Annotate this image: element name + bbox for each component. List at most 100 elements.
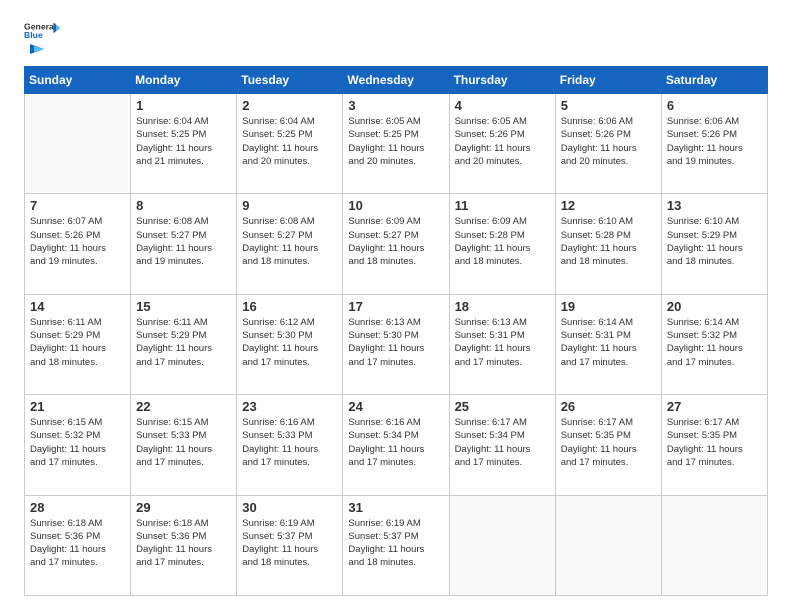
calendar-cell: 22 Sunrise: 6:15 AM Sunset: 5:33 PM Dayli… (131, 395, 237, 495)
day-info: Sunrise: 6:13 AM Sunset: 5:31 PM Dayligh… (455, 316, 550, 369)
day-info: Sunrise: 6:17 AM Sunset: 5:35 PM Dayligh… (667, 416, 762, 469)
calendar-cell (449, 495, 555, 595)
calendar-cell: 14 Sunrise: 6:11 AM Sunset: 5:29 PM Dayli… (25, 294, 131, 394)
calendar-cell: 5 Sunrise: 6:06 AM Sunset: 5:26 PM Daylig… (555, 94, 661, 194)
calendar-cell: 21Sunrise: 6:15 AM Sunset: 5:32 PM Dayli… (25, 395, 131, 495)
day-number: 9 (242, 198, 337, 213)
day-number: 13 (667, 198, 762, 213)
weekday-header: Tuesday (237, 67, 343, 94)
calendar-cell: 15 Sunrise: 6:11 AM Sunset: 5:29 PM Dayli… (131, 294, 237, 394)
day-info: Sunrise: 6:19 AM Sunset: 5:37 PM Dayligh… (242, 517, 337, 570)
calendar-cell: 7Sunrise: 6:07 AM Sunset: 5:26 PM Daylig… (25, 194, 131, 294)
day-number: 8 (136, 198, 231, 213)
day-number: 29 (136, 500, 231, 515)
day-info: Sunrise: 6:05 AM Sunset: 5:26 PM Dayligh… (455, 115, 550, 168)
calendar-cell: 10 Sunrise: 6:09 AM Sunset: 5:27 PM Dayli… (343, 194, 449, 294)
day-number: 3 (348, 98, 443, 113)
calendar-cell: 9Sunrise: 6:08 AM Sunset: 5:27 PM Daylig… (237, 194, 343, 294)
day-info: Sunrise: 6:17 AM Sunset: 5:34 PM Dayligh… (455, 416, 550, 469)
day-number: 4 (455, 98, 550, 113)
day-number: 5 (561, 98, 656, 113)
day-info: Sunrise: 6:08 AM Sunset: 5:27 PM Dayligh… (136, 215, 231, 268)
day-number: 6 (667, 98, 762, 113)
day-info: Sunrise: 6:14 AM Sunset: 5:32 PM Dayligh… (667, 316, 762, 369)
logo-icon: General Blue (24, 20, 60, 40)
calendar-cell: 28 Sunrise: 6:18 AM Sunset: 5:36 PM Dayli… (25, 495, 131, 595)
day-info: Sunrise: 6:06 AM Sunset: 5:26 PM Dayligh… (561, 115, 656, 168)
calendar-cell: 1Sunrise: 6:04 AM Sunset: 5:25 PM Daylig… (131, 94, 237, 194)
day-number: 17 (348, 299, 443, 314)
calendar-cell: 16 Sunrise: 6:12 AM Sunset: 5:30 PM Dayli… (237, 294, 343, 394)
logo: General Blue (24, 20, 60, 56)
day-info: Sunrise: 6:11 AM Sunset: 5:29 PM Dayligh… (136, 316, 231, 369)
day-info: Sunrise: 6:16 AM Sunset: 5:33 PM Dayligh… (242, 416, 337, 469)
calendar-cell: 8 Sunrise: 6:08 AM Sunset: 5:27 PM Daylig… (131, 194, 237, 294)
day-info: Sunrise: 6:04 AM Sunset: 5:25 PM Dayligh… (242, 115, 337, 168)
calendar-cell: 6 Sunrise: 6:06 AM Sunset: 5:26 PM Daylig… (661, 94, 767, 194)
logo-chevron-icon (30, 42, 48, 56)
day-number: 20 (667, 299, 762, 314)
calendar-cell (661, 495, 767, 595)
calendar-cell: 23 Sunrise: 6:16 AM Sunset: 5:33 PM Dayli… (237, 395, 343, 495)
day-number: 14 (30, 299, 125, 314)
day-info: Sunrise: 6:14 AM Sunset: 5:31 PM Dayligh… (561, 316, 656, 369)
day-info: Sunrise: 6:15 AM Sunset: 5:33 PM Dayligh… (136, 416, 231, 469)
header: General Blue (24, 20, 768, 56)
calendar-week-row: 14 Sunrise: 6:11 AM Sunset: 5:29 PM Dayli… (25, 294, 768, 394)
calendar-cell: 18Sunrise: 6:13 AM Sunset: 5:31 PM Dayli… (449, 294, 555, 394)
day-info: Sunrise: 6:05 AM Sunset: 5:25 PM Dayligh… (348, 115, 443, 168)
day-info: Sunrise: 6:16 AM Sunset: 5:34 PM Dayligh… (348, 416, 443, 469)
day-info: Sunrise: 6:09 AM Sunset: 5:27 PM Dayligh… (348, 215, 443, 268)
day-number: 26 (561, 399, 656, 414)
day-number: 23 (242, 399, 337, 414)
calendar-cell: 13 Sunrise: 6:10 AM Sunset: 5:29 PM Dayli… (661, 194, 767, 294)
calendar-header-row: SundayMondayTuesdayWednesdayThursdayFrid… (25, 67, 768, 94)
calendar-cell: 11 Sunrise: 6:09 AM Sunset: 5:28 PM Dayli… (449, 194, 555, 294)
calendar-cell: 20 Sunrise: 6:14 AM Sunset: 5:32 PM Dayli… (661, 294, 767, 394)
day-info: Sunrise: 6:11 AM Sunset: 5:29 PM Dayligh… (30, 316, 125, 369)
day-number: 30 (242, 500, 337, 515)
calendar-cell: 30 Sunrise: 6:19 AM Sunset: 5:37 PM Dayli… (237, 495, 343, 595)
day-number: 10 (348, 198, 443, 213)
calendar-cell: 24 Sunrise: 6:16 AM Sunset: 5:34 PM Dayli… (343, 395, 449, 495)
day-info: Sunrise: 6:12 AM Sunset: 5:30 PM Dayligh… (242, 316, 337, 369)
calendar-table: SundayMondayTuesdayWednesdayThursdayFrid… (24, 66, 768, 596)
svg-text:Blue: Blue (24, 30, 43, 40)
day-info: Sunrise: 6:10 AM Sunset: 5:28 PM Dayligh… (561, 215, 656, 268)
calendar-cell: 26Sunrise: 6:17 AM Sunset: 5:35 PM Dayli… (555, 395, 661, 495)
calendar-week-row: 1Sunrise: 6:04 AM Sunset: 5:25 PM Daylig… (25, 94, 768, 194)
day-number: 25 (455, 399, 550, 414)
calendar-cell: 25 Sunrise: 6:17 AM Sunset: 5:34 PM Dayli… (449, 395, 555, 495)
day-info: Sunrise: 6:13 AM Sunset: 5:30 PM Dayligh… (348, 316, 443, 369)
calendar-week-row: 21Sunrise: 6:15 AM Sunset: 5:32 PM Dayli… (25, 395, 768, 495)
day-info: Sunrise: 6:06 AM Sunset: 5:26 PM Dayligh… (667, 115, 762, 168)
calendar-cell: 31Sunrise: 6:19 AM Sunset: 5:37 PM Dayli… (343, 495, 449, 595)
calendar-cell (555, 495, 661, 595)
day-number: 12 (561, 198, 656, 213)
day-number: 19 (561, 299, 656, 314)
day-number: 16 (242, 299, 337, 314)
calendar-cell: 17 Sunrise: 6:13 AM Sunset: 5:30 PM Dayli… (343, 294, 449, 394)
calendar-cell: 29Sunrise: 6:18 AM Sunset: 5:36 PM Dayli… (131, 495, 237, 595)
calendar-cell: 2 Sunrise: 6:04 AM Sunset: 5:25 PM Daylig… (237, 94, 343, 194)
day-info: Sunrise: 6:04 AM Sunset: 5:25 PM Dayligh… (136, 115, 231, 168)
day-number: 28 (30, 500, 125, 515)
day-info: Sunrise: 6:15 AM Sunset: 5:32 PM Dayligh… (30, 416, 125, 469)
day-number: 27 (667, 399, 762, 414)
day-info: Sunrise: 6:10 AM Sunset: 5:29 PM Dayligh… (667, 215, 762, 268)
calendar-cell (25, 94, 131, 194)
day-number: 22 (136, 399, 231, 414)
day-number: 7 (30, 198, 125, 213)
weekday-header: Wednesday (343, 67, 449, 94)
day-info: Sunrise: 6:19 AM Sunset: 5:37 PM Dayligh… (348, 517, 443, 570)
day-number: 24 (348, 399, 443, 414)
weekday-header: Sunday (25, 67, 131, 94)
day-info: Sunrise: 6:18 AM Sunset: 5:36 PM Dayligh… (30, 517, 125, 570)
day-number: 15 (136, 299, 231, 314)
page: General Blue SundayMondayTuesdayWednesda… (0, 0, 792, 612)
day-number: 2 (242, 98, 337, 113)
day-info: Sunrise: 6:09 AM Sunset: 5:28 PM Dayligh… (455, 215, 550, 268)
calendar-week-row: 28 Sunrise: 6:18 AM Sunset: 5:36 PM Dayli… (25, 495, 768, 595)
day-number: 11 (455, 198, 550, 213)
calendar-cell: 4 Sunrise: 6:05 AM Sunset: 5:26 PM Daylig… (449, 94, 555, 194)
